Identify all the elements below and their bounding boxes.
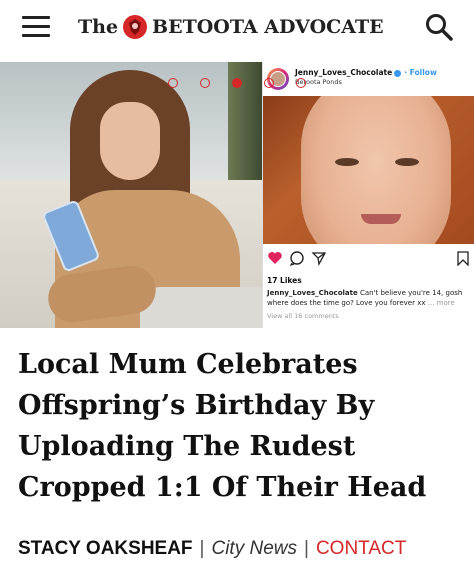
contact-link[interactable]: CONTACT (316, 538, 406, 560)
mouth (361, 214, 401, 224)
follow-button[interactable]: · Follow (404, 68, 437, 77)
menu-bar (22, 25, 50, 28)
author-name[interactable]: STACY OAKSHEAF (18, 538, 193, 560)
site-logo[interactable]: The BETOOTA ADVOCATE (78, 12, 384, 42)
verified-icon (394, 69, 402, 77)
site-header: The BETOOTA ADVOCATE (0, 0, 474, 56)
post-photo (263, 96, 474, 244)
byline-separator: | (199, 538, 205, 559)
slide-dot[interactable] (200, 78, 210, 88)
section-link[interactable]: City News (211, 538, 297, 560)
search-icon[interactable] (424, 12, 454, 42)
slide-indicators (168, 78, 308, 90)
mum-photo (0, 62, 262, 328)
hero-image[interactable]: Jenny_Loves_Chocolate · Follow Betoota Po… (0, 62, 474, 328)
post-username-line: Jenny_Loves_Chocolate · Follow (295, 68, 437, 77)
slide-dot[interactable] (232, 78, 242, 88)
menu-bar (22, 34, 50, 37)
brand-prefix: The (78, 16, 119, 38)
betoota-emblem-icon (123, 15, 148, 39)
bookmark-icon[interactable] (455, 250, 471, 266)
eye (335, 158, 359, 166)
slide-dot[interactable] (296, 78, 306, 88)
share-icon[interactable] (311, 250, 327, 266)
heart-icon[interactable] (267, 250, 283, 266)
slide-dot[interactable] (168, 78, 178, 88)
post-username[interactable]: Jenny_Loves_Chocolate (295, 68, 392, 77)
view-comments-link[interactable]: View all 16 comments (267, 312, 339, 320)
more-link[interactable]: ... more (428, 299, 455, 307)
caption-username[interactable]: Jenny_Loves_Chocolate (267, 289, 358, 297)
menu-bar (22, 16, 50, 19)
byline: STACY OAKSHEAF | City News | CONTACT (18, 536, 406, 562)
post-actions (263, 250, 474, 268)
face (100, 102, 160, 180)
eye (395, 158, 419, 166)
menu-icon[interactable] (22, 16, 50, 38)
brand-name: BETOOTA ADVOCATE (152, 16, 384, 38)
article-headline: Local Mum Celebrates Offspring’s Birthda… (18, 349, 427, 503)
comment-icon[interactable] (289, 250, 305, 266)
byline-separator: | (304, 538, 309, 559)
instagram-post: Jenny_Loves_Chocolate · Follow Betoota Po… (262, 62, 474, 328)
post-caption: Jenny_Loves_Chocolate Can't believe you'… (267, 288, 471, 308)
likes-count: 17 Likes (267, 276, 302, 285)
slide-dot[interactable] (264, 78, 274, 88)
jeans (140, 287, 262, 328)
